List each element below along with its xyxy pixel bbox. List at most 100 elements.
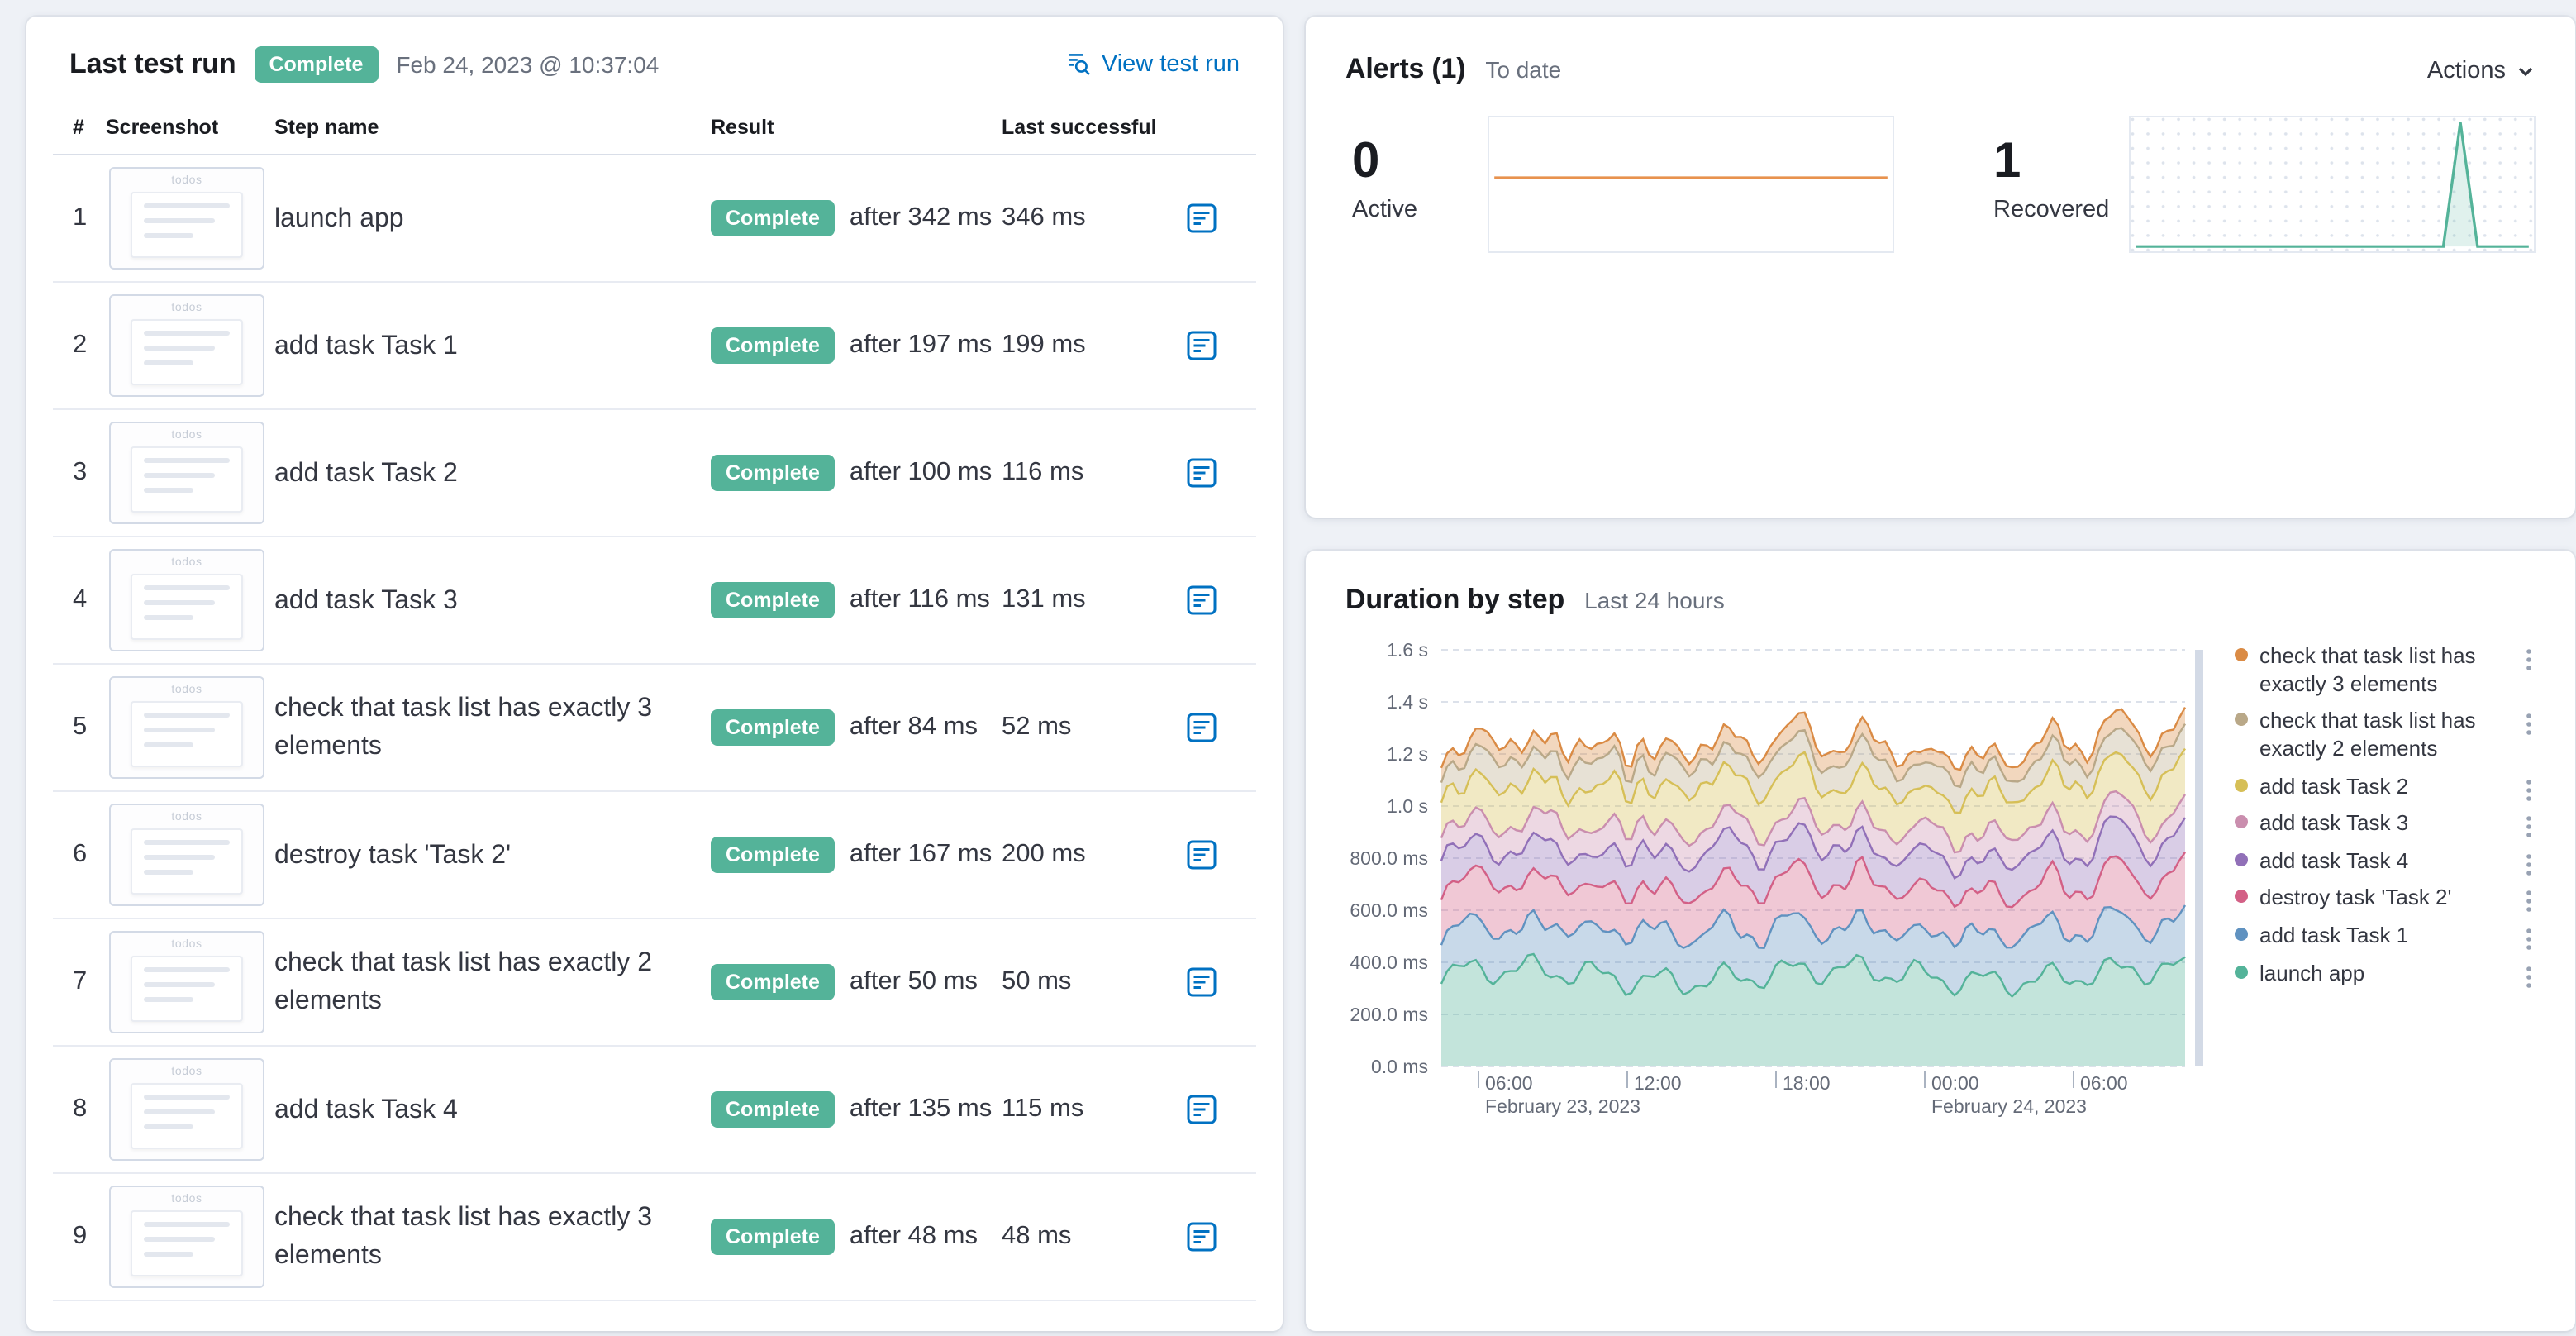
duration-chart-area: 1.6 s 1.4 s 1.2 s 1.0 s 800.0 ms 600.0 ms 400.… [1345,637,2539,1133]
thumbnail-caption: todos [171,1194,202,1206]
svg-text:1.0 s: 1.0 s [1387,795,1428,817]
legend-item[interactable]: add task Task 4 [2235,848,2539,876]
thumbnail-content [131,701,243,768]
step-detail-icon-button[interactable] [1180,452,1223,495]
step-trace-icon [1185,1221,1218,1254]
legend-dot [2235,890,2248,904]
step-name: check that task list has exactly 3 eleme… [274,694,653,761]
svg-text:600.0 ms: 600.0 ms [1350,899,1428,921]
svg-text:18:00: 18:00 [1783,1072,1831,1094]
view-test-run-link[interactable]: View test run [1065,51,1240,78]
step-screenshot-thumbnail[interactable]: todos [109,294,264,398]
step-number: 9 [73,1222,88,1251]
step-number: 3 [73,458,88,487]
legend-item[interactable]: launch app [2235,960,2539,988]
svg-text:February 23, 2023: February 23, 2023 [1485,1095,1640,1117]
view-test-run-label: View test run [1101,51,1240,79]
step-detail-icon-button[interactable] [1180,707,1223,750]
step-result-duration: after 84 ms [849,713,978,742]
legend-item[interactable]: check that task list has exactly 3 eleme… [2235,643,2539,699]
actions-label: Actions [2426,58,2506,84]
step-screenshot-thumbnail[interactable]: todos [109,1058,264,1162]
step-detail-icon-button[interactable] [1180,1216,1223,1259]
legend-item-menu-button[interactable] [2522,961,2536,991]
thumbnail-content [131,1210,243,1277]
last-test-run-table: 1 todos launch app Complete after 342 ms… [53,156,1256,1302]
table-row: 5 todos check that task list has exactly… [53,666,1256,793]
step-result-badge: Complete [711,582,835,619]
thumbnail-content [131,956,243,1023]
duration-title: Duration by step [1345,584,1565,615]
active-alerts-metric: 0 Active [1345,116,1894,253]
actions-dropdown-button[interactable]: Actions [2427,58,2536,84]
step-number: 4 [73,585,88,614]
step-detail-icon-button[interactable] [1180,834,1223,877]
thumbnail-content [131,1083,243,1150]
last-successful-duration: 48 ms [1002,1222,1072,1251]
step-trace-icon [1185,203,1218,236]
chart-legend: check that task list has exactly 3 eleme… [2218,637,2539,1133]
step-screenshot-thumbnail[interactable]: todos [109,422,264,525]
table-row: 6 todos destroy task 'Task 2' Complete a… [53,793,1256,920]
synthetics-monitor-dashboard: Last test run Complete Feb 24, 2023 @ 10… [0,0,2576,1336]
thumbnail-caption: todos [171,303,202,315]
legend-item-menu-button[interactable] [2522,645,2536,675]
step-result-duration: after 100 ms [849,458,993,487]
legend-label: check that task list has exactly 2 eleme… [2259,708,2476,761]
step-number: 1 [73,203,88,232]
legend-item-menu-button[interactable] [2522,887,2536,917]
duration-header: Duration by step Last 24 hours [1345,584,2539,617]
legend-item[interactable]: add task Task 2 [2235,773,2539,800]
alerts-subtitle: To date [1485,56,1562,83]
step-detail-icon-button[interactable] [1180,198,1223,241]
table-row: 1 todos launch app Complete after 342 ms… [53,156,1256,284]
thumbnail-caption: todos [171,939,202,952]
step-trace-icon [1185,712,1218,745]
thumbnail-caption: todos [171,1066,202,1079]
step-result-badge: Complete [711,455,835,492]
legend-label: destroy task 'Task 2' [2259,885,2452,910]
step-name: add task Task 1 [274,332,458,360]
svg-text:400.0 ms: 400.0 ms [1350,952,1428,973]
run-timestamp: Feb 24, 2023 @ 10:37:04 [396,51,659,79]
legend-item-menu-button[interactable] [2522,850,2536,880]
step-name: add task Task 2 [274,459,458,488]
step-detail-icon-button[interactable] [1180,961,1223,1004]
legend-item[interactable]: add task Task 1 [2235,923,2539,950]
recovered-alerts-label: Recovered [1993,196,2110,222]
col-step-name: Step name [274,116,379,140]
legend-item-menu-button[interactable] [2522,710,2536,740]
step-result-badge: Complete [711,327,835,365]
recovered-alerts-count: 1 [1993,134,2021,188]
legend-item-menu-button[interactable] [2522,775,2536,804]
step-detail-icon-button[interactable] [1180,325,1223,368]
legend-dot [2235,713,2248,727]
step-number: 7 [73,967,88,996]
step-screenshot-thumbnail[interactable]: todos [109,804,264,907]
step-screenshot-thumbnail[interactable]: todos [109,676,264,780]
step-screenshot-thumbnail[interactable]: todos [109,167,264,270]
legend-dot [2235,965,2248,979]
duration-stacked-area-chart: 1.6 s 1.4 s 1.2 s 1.0 s 800.0 ms 600.0 ms 400.… [1350,639,2203,1117]
legend-label: add task Task 1 [2259,923,2409,947]
legend-item-menu-button[interactable] [2522,812,2536,842]
recovered-alerts-metric: 1 Recovered [1987,116,2536,253]
step-screenshot-thumbnail[interactable]: todos [109,549,264,652]
legend-item-menu-button[interactable] [2522,924,2536,954]
last-test-run-panel: Last test run Complete Feb 24, 2023 @ 10… [26,17,1283,1331]
legend-item[interactable]: check that task list has exactly 2 eleme… [2235,709,2539,764]
step-name: destroy task 'Task 2' [274,841,512,870]
step-detail-icon-button[interactable] [1180,1089,1223,1132]
step-screenshot-thumbnail[interactable]: todos [109,931,264,1034]
step-result-badge: Complete [711,709,835,747]
step-detail-icon-button[interactable] [1180,580,1223,623]
svg-text:February 24, 2023: February 24, 2023 [1931,1095,2087,1117]
legend-item[interactable]: add task Task 3 [2235,810,2539,838]
svg-text:06:00: 06:00 [2080,1072,2128,1094]
legend-item[interactable]: destroy task 'Task 2' [2235,885,2539,913]
svg-text:1.4 s: 1.4 s [1387,691,1428,713]
step-screenshot-thumbnail[interactable]: todos [109,1186,264,1289]
chevron-down-icon [2516,61,2536,81]
step-result-badge: Complete [711,1219,835,1256]
legend-dot [2235,928,2248,941]
